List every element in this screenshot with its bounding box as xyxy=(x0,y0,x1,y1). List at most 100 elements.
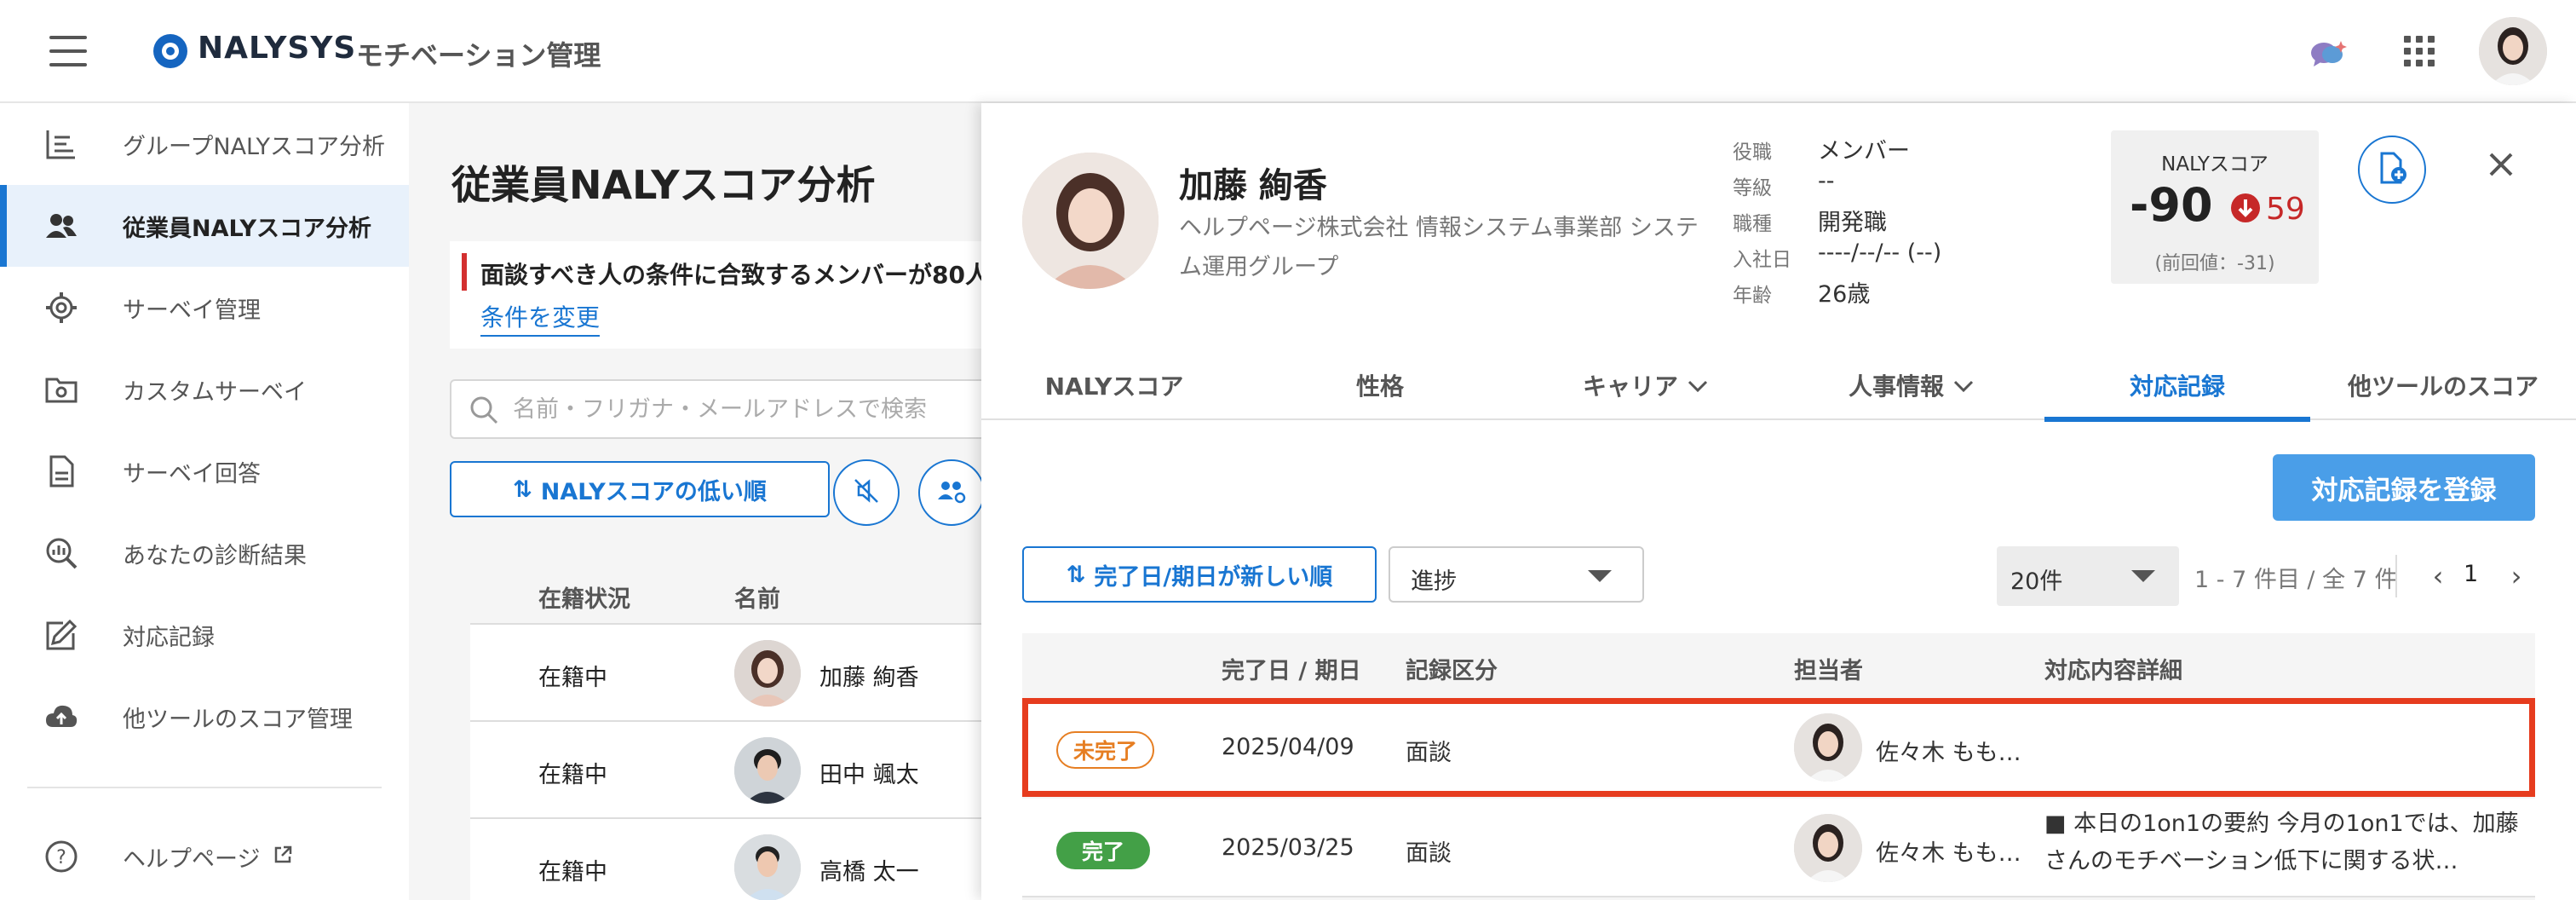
employee-avatar xyxy=(1022,153,1159,289)
chevron-down-icon xyxy=(1952,372,1975,400)
app-name: モチベーション管理 xyxy=(356,39,601,72)
table-row[interactable]: 未完了 2025/04/09 面談 佐々木 もも… xyxy=(1022,698,2535,797)
tab-label: NALYスコア xyxy=(1044,372,1184,401)
change-conditions-link[interactable]: 条件を変更 xyxy=(480,299,601,337)
score-delta: 59 xyxy=(2230,192,2305,227)
sidebar-item-label: サーベイ管理 xyxy=(123,297,261,324)
column-header[interactable]: 完了日 / 期日 xyxy=(1222,652,1361,685)
sidebar-item-survey-answer[interactable]: サーベイ回答 xyxy=(0,430,409,512)
sidebar-item-custom-survey[interactable]: カスタムサーベイ xyxy=(0,349,409,430)
mute-icon xyxy=(852,476,881,509)
sidebar-item-survey-manage[interactable]: サーベイ管理 xyxy=(0,267,409,349)
per-page-value: 20件 xyxy=(2010,568,2063,595)
name-cell[interactable]: 加藤 絢香 xyxy=(819,659,919,692)
category-cell: 面談 xyxy=(1406,840,1452,867)
mute-toggle-button[interactable] xyxy=(833,459,900,526)
sidebar-divider xyxy=(27,787,382,788)
progress-select-value: 進捗 xyxy=(1411,568,1457,595)
close-icon[interactable] xyxy=(2484,147,2518,182)
arrow-down-icon xyxy=(2230,193,2261,227)
employee-name: 加藤 絢香 xyxy=(1179,166,1327,205)
avatar xyxy=(1794,814,1862,882)
gear-icon xyxy=(43,289,80,326)
detail-cell: ■ 本日の1on1の要約 今月の1on1では、加藤さんのモチベーション低下に関す… xyxy=(2044,811,2519,874)
avatar xyxy=(1794,713,1862,782)
tab-hr-info[interactable]: 人事情報 xyxy=(1779,350,2044,420)
score-value: -90 xyxy=(2130,178,2213,232)
info-row: 役職 メンバー xyxy=(1733,130,2073,166)
menu-icon[interactable] xyxy=(49,36,87,66)
sidebar-item-group-score[interactable]: グループNALYスコア分析 xyxy=(0,103,409,185)
sidebar-item-label: ヘルプページ xyxy=(123,845,261,873)
chevron-right-icon[interactable]: › xyxy=(2501,555,2532,597)
alert-bar xyxy=(462,253,467,291)
current-page: 1 xyxy=(2464,561,2479,587)
sort-score-button[interactable]: ⇅ NALYスコアの低い順 xyxy=(450,461,830,517)
nalysys-logo-icon xyxy=(153,34,187,68)
column-header[interactable]: 対応内容詳細 xyxy=(2044,652,2182,685)
info-key: 等級 xyxy=(1733,177,1772,199)
table-row[interactable]: 完了 2025/03/25 面談 佐々木 もも… ■ 本日の1on1の要約 今月… xyxy=(1022,799,2535,897)
register-record-button[interactable]: 対応記録を登録 xyxy=(2273,454,2535,521)
sort-date-button[interactable]: ⇅ 完了日/期日が新しい順 xyxy=(1022,546,1377,603)
status-cell: 在籍中 xyxy=(538,762,607,788)
people-icon xyxy=(43,207,80,245)
user-avatar[interactable] xyxy=(2479,17,2547,85)
column-header[interactable]: 記録区分 xyxy=(1406,652,1498,685)
search-chart-icon xyxy=(43,534,80,572)
info-key: 年齢 xyxy=(1733,285,1772,307)
employee-detail-panel: 加藤 絢香 ヘルプページ株式会社 情報システム事業部 システム運用グループ 役職… xyxy=(981,103,2576,900)
sidebar-item-help[interactable]: ? ヘルプページ xyxy=(0,816,409,897)
info-value: 開発職 xyxy=(1818,210,1887,236)
status-cell: 在籍中 xyxy=(538,665,607,691)
top-bar: NALYSYS モチベーション管理 xyxy=(0,0,2576,103)
sidebar-item-other-tools[interactable]: 他ツールのスコア管理 xyxy=(0,676,409,758)
sort-icon: ⇅ xyxy=(513,476,532,503)
chevron-left-icon[interactable]: ‹ xyxy=(2423,555,2453,597)
person-cell: 佐々木 もも… xyxy=(1876,740,2021,766)
external-link-icon xyxy=(273,845,293,868)
tab-records[interactable]: 対応記録 xyxy=(2044,350,2310,422)
apps-grid-icon[interactable] xyxy=(2404,36,2435,66)
tab-label: 他ツールのスコア xyxy=(2347,372,2539,401)
sort-label: 完了日/期日が新しい順 xyxy=(1094,563,1333,591)
edit-icon xyxy=(43,616,80,654)
group-settings-icon xyxy=(936,477,967,508)
tab-naly-score[interactable]: NALYスコア xyxy=(981,350,1247,420)
info-row: 職種 開発職 xyxy=(1733,202,2073,238)
avatar xyxy=(734,640,801,707)
category-cell: 面談 xyxy=(1406,740,1452,766)
name-cell[interactable]: 田中 颯太 xyxy=(819,756,919,789)
help-icon: ? xyxy=(43,838,80,875)
naly-score-card: NALYスコア -90 59 (前回値：-31) xyxy=(2111,130,2319,284)
document-icon xyxy=(43,453,80,490)
tab-label: 対応記録 xyxy=(2129,372,2225,401)
brand-name[interactable]: NALYSYS xyxy=(198,31,356,66)
tab-career[interactable]: キャリア xyxy=(1513,350,1779,420)
tab-other-tools-score[interactable]: 他ツールのスコア xyxy=(2310,350,2576,420)
column-header[interactable]: 名前 xyxy=(734,580,780,614)
folder-gear-icon xyxy=(43,371,80,408)
add-document-button[interactable] xyxy=(2358,136,2426,204)
column-header[interactable]: 担当者 xyxy=(1794,652,1863,685)
column-header[interactable]: 在籍状況 xyxy=(538,580,630,614)
tab-personality[interactable]: 性格 xyxy=(1247,350,1513,420)
progress-select[interactable]: 進捗 xyxy=(1389,546,1644,603)
date-cell: 2025/03/25 xyxy=(1222,834,1354,861)
cloud-upload-icon xyxy=(43,698,80,736)
info-key: 入社日 xyxy=(1733,249,1791,271)
chat-sparkle-icon[interactable] xyxy=(2310,38,2348,68)
chevron-down-icon xyxy=(1687,372,1709,400)
sidebar-item-label: カスタムサーベイ xyxy=(123,378,307,406)
name-cell[interactable]: 高橋 太一 xyxy=(819,853,919,886)
sidebar-item-diagnosis[interactable]: あなたの診断結果 xyxy=(0,512,409,594)
info-row: 等級 -- xyxy=(1733,166,2073,202)
sidebar-item-records[interactable]: 対応記録 xyxy=(0,594,409,676)
page-title: 従業員NALYスコア分析 xyxy=(451,162,876,208)
sidebar-item-employee-score[interactable]: 従業員NALYスコア分析 xyxy=(0,185,409,267)
score-delta-value: 59 xyxy=(2266,192,2305,227)
tab-label: 人事情報 xyxy=(1848,372,1944,401)
group-filter-button[interactable] xyxy=(918,459,985,526)
avatar xyxy=(734,737,801,804)
per-page-select[interactable]: 20件 xyxy=(1997,546,2179,606)
